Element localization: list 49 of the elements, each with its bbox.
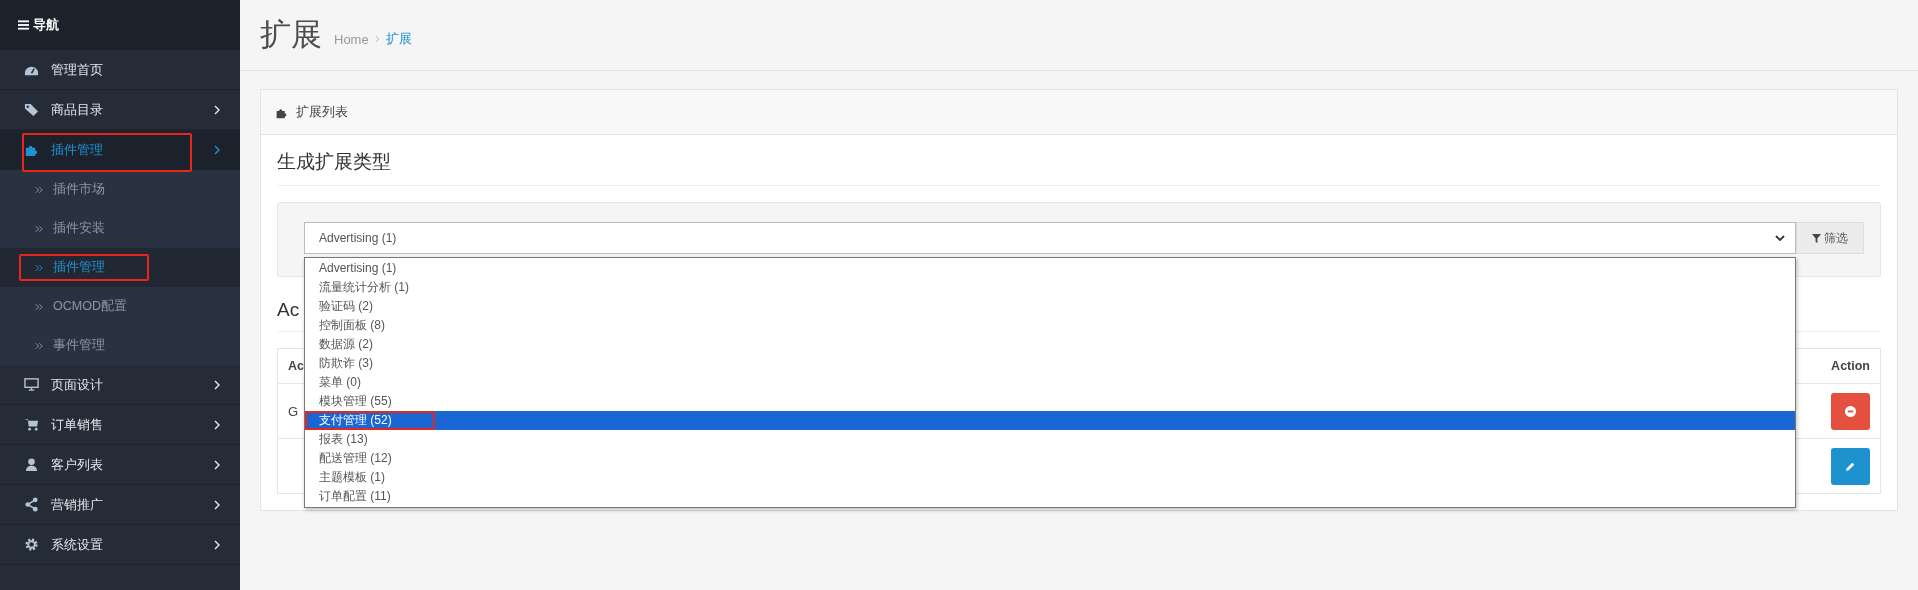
chevron-right-icon	[214, 499, 220, 510]
chevron-right-icon	[374, 35, 380, 43]
dropdown-option[interactable]: 配送管理 (12)	[305, 449, 1795, 468]
type-select[interactable]: Advertising (1)	[304, 222, 1796, 254]
pencil-icon	[1845, 460, 1856, 472]
dropdown-option[interactable]: 验证码 (2)	[305, 297, 1795, 316]
filter-icon	[1812, 233, 1821, 243]
edit-button[interactable]	[1831, 447, 1870, 485]
chevron-right-icon	[214, 419, 220, 430]
section-title: 生成扩展类型	[277, 149, 1881, 186]
dropdown-option[interactable]: 订单配置 (11)	[305, 487, 1795, 506]
share-icon	[24, 497, 39, 512]
tag-icon	[24, 102, 39, 117]
chevron-right-icon	[214, 379, 220, 390]
nav-title: 导航	[33, 16, 59, 34]
cart-icon	[24, 417, 39, 432]
double-chevron-icon	[35, 185, 43, 194]
dropdown-option[interactable]: 控制面板 (8)	[305, 316, 1795, 335]
table-cell: G	[288, 403, 299, 419]
submenu-item[interactable]: 插件管理	[0, 248, 240, 287]
chevron-right-icon	[214, 459, 220, 470]
minus-circle-icon	[1845, 405, 1856, 417]
sidebar-item[interactable]: 插件管理	[0, 130, 240, 170]
dropdown-option[interactable]: 模块管理 (55)	[305, 392, 1795, 411]
monitor-icon	[24, 377, 39, 392]
double-chevron-icon	[35, 302, 43, 311]
page-title: 扩展	[260, 16, 322, 54]
dropdown-option[interactable]: Advertising (1)	[305, 259, 1795, 278]
chevron-right-icon	[214, 104, 220, 115]
submenu-item[interactable]: 事件管理	[0, 326, 240, 365]
user-icon	[24, 457, 39, 472]
filter-button[interactable]: 筛选	[1796, 222, 1864, 254]
uninstall-button[interactable]	[1831, 392, 1870, 430]
chevron-right-icon	[214, 539, 220, 550]
chevron-right-icon	[214, 144, 220, 155]
dropdown-option[interactable]: 支付管理 (52)	[305, 411, 1795, 430]
dropdown-option[interactable]: 流量统计分析 (1)	[305, 278, 1795, 297]
dropdown-option[interactable]: 报表 (13)	[305, 430, 1795, 449]
gear-icon	[24, 537, 39, 552]
submenu-item[interactable]: OCMOD配置	[0, 287, 240, 326]
chevron-down-icon	[1775, 235, 1785, 241]
submenu-item[interactable]: 插件市场	[0, 170, 240, 209]
dropdown-option[interactable]: 主题模板 (1)	[305, 468, 1795, 487]
menu-icon[interactable]	[18, 20, 29, 30]
panel-title: 扩展列表	[296, 103, 348, 121]
double-chevron-icon	[35, 224, 43, 233]
double-chevron-icon	[35, 341, 43, 350]
submenu-item[interactable]: 插件安装	[0, 209, 240, 248]
double-chevron-icon	[35, 263, 43, 272]
